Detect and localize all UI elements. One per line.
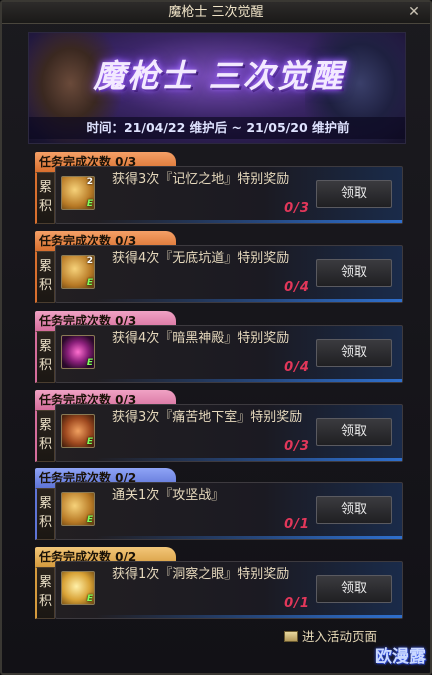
task-description: 获得3次『记忆之地』特别奖励 — [112, 172, 290, 187]
epic-mark-icon: E — [86, 594, 93, 604]
task-description: 获得3次『痛苦地下室』特别奖励 — [112, 410, 303, 425]
epic-mark-icon: E — [86, 199, 93, 209]
task-progress: 0/1 — [284, 596, 310, 611]
epic-mark-icon: E — [86, 515, 93, 525]
cumulative-label: 累积 — [35, 488, 55, 540]
task-progress: 0/3 — [284, 439, 310, 454]
claim-button[interactable]: 领取 — [316, 575, 392, 603]
chest-icon: E — [61, 414, 95, 448]
cumulative-label: 累积 — [35, 172, 55, 224]
claim-button[interactable]: 领取 — [316, 418, 392, 446]
task-description: 通关1次『攻坚战』 — [112, 488, 225, 503]
task-card: 任务完成次数 0/3 累积 2 E 获得3次『记忆之地』特别奖励 0/3 领取 — [35, 152, 403, 234]
task-card: 任务完成次数 0/3 累积 E 获得4次『暗黑神殿』特别奖励 0/4 领取 — [35, 311, 403, 393]
claim-button[interactable]: 领取 — [316, 339, 392, 367]
epic-mark-icon: E — [86, 358, 93, 368]
title-bar: 魔枪士 三次觉醒 ✕ — [2, 2, 430, 24]
cumulative-label: 累积 — [35, 567, 55, 619]
watermark-logo: 欧漫露 — [375, 647, 426, 667]
task-description: 获得4次『暗黑神殿』特别奖励 — [112, 331, 290, 346]
task-card: 任务完成次数 0/2 累积 E 获得1次『洞察之眼』特别奖励 0/1 领取 — [35, 547, 403, 629]
close-icon[interactable]: ✕ — [406, 4, 422, 20]
epic-mark-icon: E — [86, 278, 93, 288]
book-icon — [284, 631, 298, 642]
item-count-badge: 2 — [86, 177, 93, 187]
epic-mark-icon: E — [86, 437, 93, 447]
task-card: 任务完成次数 0/3 累积 E 获得3次『痛苦地下室』特别奖励 0/3 领取 — [35, 390, 403, 472]
task-description: 获得1次『洞察之眼』特别奖励 — [112, 567, 290, 582]
task-body: 2 E 获得4次『无底坑道』特别奖励 0/4 领取 — [55, 245, 403, 303]
treasure-box-icon: 2 E — [61, 176, 95, 210]
banner-title: 魔枪士 三次觉醒 — [93, 57, 345, 95]
cumulative-label: 累积 — [35, 410, 55, 462]
event-window: 魔枪士 三次觉醒 ✕ 魔枪士 三次觉醒 时间：21/04/22 维护后 ~ 21… — [0, 0, 432, 675]
claim-button[interactable]: 领取 — [316, 496, 392, 524]
task-body: 2 E 获得3次『记忆之地』特别奖励 0/3 领取 — [55, 166, 403, 224]
task-progress: 0/4 — [284, 360, 310, 375]
claim-button[interactable]: 领取 — [316, 259, 392, 287]
event-banner: 魔枪士 三次觉醒 时间：21/04/22 维护后 ~ 21/05/20 维护前 — [28, 32, 406, 144]
event-page-link-label: 进入活动页面 — [302, 629, 378, 644]
item-count-badge: 2 — [86, 256, 93, 266]
task-body: E 通关1次『攻坚战』 0/1 领取 — [55, 482, 403, 540]
task-progress: 0/3 — [284, 201, 310, 216]
dark-orb-icon: E — [61, 335, 95, 369]
claim-button[interactable]: 领取 — [316, 180, 392, 208]
task-progress: 0/4 — [284, 280, 310, 295]
event-page-link[interactable]: 进入活动页面 — [284, 628, 377, 646]
battle-icon: E — [61, 492, 95, 526]
task-body: E 获得3次『痛苦地下室』特别奖励 0/3 领取 — [55, 404, 403, 462]
task-card: 任务完成次数 0/3 累积 2 E 获得4次『无底坑道』特别奖励 0/4 领取 — [35, 231, 403, 313]
task-description: 获得4次『无底坑道』特别奖励 — [112, 251, 290, 266]
task-card: 任务完成次数 0/2 累积 E 通关1次『攻坚战』 0/1 领取 — [35, 468, 403, 550]
gold-box-icon: E — [61, 571, 95, 605]
task-progress: 0/1 — [284, 517, 310, 532]
task-body: E 获得4次『暗黑神殿』特别奖励 0/4 领取 — [55, 325, 403, 383]
treasure-box-icon: 2 E — [61, 255, 95, 289]
window-title: 魔枪士 三次觉醒 — [168, 5, 264, 20]
cumulative-label: 累积 — [35, 251, 55, 303]
event-period: 时间：21/04/22 维护后 ~ 21/05/20 维护前 — [29, 117, 405, 139]
cumulative-label: 累积 — [35, 331, 55, 383]
task-body: E 获得1次『洞察之眼』特别奖励 0/1 领取 — [55, 561, 403, 619]
